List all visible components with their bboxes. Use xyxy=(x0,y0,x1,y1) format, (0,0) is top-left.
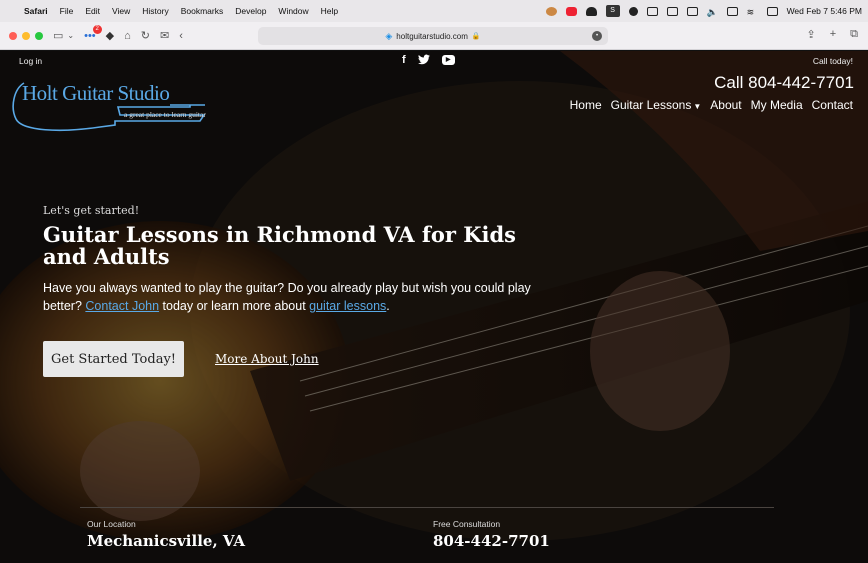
url-text: holtguitarstudio.com xyxy=(396,31,468,41)
hero-lead: Have you always wanted to play the guita… xyxy=(43,279,558,315)
menu-view[interactable]: View xyxy=(112,6,130,16)
address-bar[interactable]: ◈ holtguitarstudio.com 🔒 • xyxy=(258,27,608,45)
nav-guitar-lessons-label: Guitar Lessons xyxy=(610,98,692,112)
status-app-icon[interactable] xyxy=(565,6,577,16)
menu-history[interactable]: History xyxy=(142,6,168,16)
menu-bookmarks[interactable]: Bookmarks xyxy=(181,6,224,16)
toolbar-right: ⇪ + ⧉ xyxy=(806,28,858,41)
hero-actions: Get Started Today! More About John xyxy=(43,341,319,377)
consultation-label: Free Consultation xyxy=(433,519,501,529)
twitter-icon[interactable] xyxy=(417,54,430,68)
screen-mirror-icon[interactable] xyxy=(686,6,698,16)
menu-edit[interactable]: Edit xyxy=(85,6,100,16)
nav-home[interactable]: Home xyxy=(570,98,602,112)
caret-down-icon: ▼ xyxy=(693,102,702,111)
hero-section: Let's get started! Guitar Lessons in Ric… xyxy=(43,204,583,315)
hero-eyebrow: Let's get started! xyxy=(43,204,140,217)
share-icon[interactable]: ⇪ xyxy=(806,28,815,41)
status-app-icon[interactable]: S xyxy=(605,5,620,17)
main-nav: Home Guitar Lessons ▼ About My Media Cont… xyxy=(570,98,853,112)
info-bar: Our Location Mechanicsville, VA Free Con… xyxy=(80,507,774,563)
nav-my-media[interactable]: My Media xyxy=(751,98,803,112)
menu-file[interactable]: File xyxy=(60,6,74,16)
header-phone-link[interactable]: Call 804-442-7701 xyxy=(714,73,854,93)
volume-icon[interactable]: 🔈 xyxy=(707,7,718,17)
chevron-down-icon[interactable]: ⌄ xyxy=(67,31,74,40)
status-app-icon[interactable] xyxy=(585,6,597,16)
menu-safari[interactable]: Safari xyxy=(24,6,48,16)
logo-title: Holt Guitar Studio xyxy=(22,81,170,105)
battery-icon[interactable] xyxy=(726,6,738,16)
guitar-lessons-link[interactable]: guitar lessons xyxy=(309,299,386,313)
window-icon[interactable] xyxy=(646,6,658,16)
site-logo[interactable]: Holt Guitar Studio a great place to lear… xyxy=(10,75,210,137)
location-block: Our Location Mechanicsville, VA xyxy=(87,519,245,550)
location-value: Mechanicsville, VA xyxy=(87,532,245,550)
brightness-icon[interactable] xyxy=(628,6,638,16)
consultation-phone[interactable]: 804-442-7701 xyxy=(433,532,550,550)
new-tab-icon[interactable]: + xyxy=(830,28,836,41)
menu-window[interactable]: Window xyxy=(278,6,308,16)
nav-contact[interactable]: Contact xyxy=(812,98,853,112)
menu-clock[interactable]: Wed Feb 7 5:46 PM xyxy=(787,6,862,16)
logo-tagline: a great place to learn guitar xyxy=(124,110,206,119)
call-today-text: Call today! xyxy=(812,56,853,66)
extension-icon[interactable]: • xyxy=(592,31,602,41)
extension-icon[interactable]: ••• 2 xyxy=(84,24,102,42)
display-icon[interactable] xyxy=(666,6,678,16)
back-icon[interactable]: ‹ xyxy=(179,30,183,42)
minimize-window-button[interactable] xyxy=(22,31,30,40)
safari-toolbar: ▭ ⌄ ••• 2 ◆ ⌂ ↻ ✉ ‹ ◈ holtguitarstudio.co… xyxy=(0,22,868,50)
consultation-block: Free Consultation 804-442-7701 xyxy=(433,519,550,550)
youtube-icon[interactable]: ▶ xyxy=(441,55,455,65)
reload-icon[interactable]: ↻ xyxy=(141,29,150,42)
sidebar-icon[interactable]: ▭ xyxy=(53,29,63,42)
more-about-john-link[interactable]: More About John xyxy=(215,352,319,366)
get-started-button[interactable]: Get Started Today! xyxy=(43,341,184,377)
lock-icon: 🔒 xyxy=(471,33,481,40)
wifi-icon[interactable]: ≋ xyxy=(747,7,758,17)
extension-badge: 2 xyxy=(92,24,102,34)
nav-about[interactable]: About xyxy=(710,98,741,112)
macos-menu-bar: Safari File Edit View History Bookmarks … xyxy=(0,0,868,22)
menu-help[interactable]: Help xyxy=(321,6,338,16)
contact-john-link[interactable]: Contact John xyxy=(85,299,159,313)
status-icons: S 🔈 ≋ Wed Feb 7 5:46 PM xyxy=(545,5,862,17)
location-label: Our Location xyxy=(87,519,136,529)
status-app-icon[interactable] xyxy=(545,6,557,16)
zoom-window-button[interactable] xyxy=(35,31,43,40)
lead-text: today or learn more about xyxy=(159,299,310,313)
close-window-button[interactable] xyxy=(9,31,17,40)
hero-headline: Guitar Lessons in Richmond VA for Kids a… xyxy=(43,222,516,269)
site-favicon-icon: ◈ xyxy=(385,30,393,41)
home-icon[interactable]: ⌂ xyxy=(124,30,131,42)
social-links: f ▶ xyxy=(402,54,455,68)
web-page: Log in f ▶ Call today! Call 804-442-7701… xyxy=(0,51,868,563)
mail-icon[interactable]: ✉ xyxy=(160,29,169,42)
control-center-icon[interactable] xyxy=(766,6,778,16)
nav-guitar-lessons[interactable]: Guitar Lessons ▼ xyxy=(611,98,702,112)
login-link[interactable]: Log in xyxy=(19,56,42,66)
window-controls xyxy=(9,31,43,40)
extension-icon[interactable]: ◆ xyxy=(106,29,114,42)
facebook-icon[interactable]: f xyxy=(402,54,406,68)
menu-develop[interactable]: Develop xyxy=(235,6,266,16)
tab-overview-icon[interactable]: ⧉ xyxy=(850,28,858,41)
lead-text: . xyxy=(386,299,390,313)
